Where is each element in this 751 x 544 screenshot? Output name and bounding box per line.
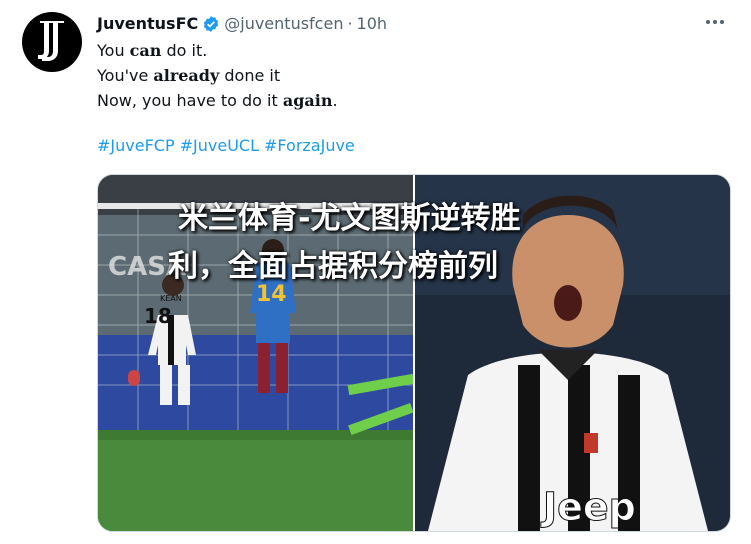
tweet-line-1: You can do it. [97,41,208,60]
tweet-header: JuventusFC @juventusfcen · 10h [97,14,387,33]
tweet-line-3: Now, you have to do it again. [97,91,338,110]
tweet-line-2: You've already done it [97,66,281,85]
sponsor-text: Jeep [540,485,636,529]
verified-badge-icon [204,15,219,32]
overlay-line-1: 米兰体育-尤文图斯逆转胜 [178,201,521,236]
hashtag-link[interactable]: #JuveFCP [97,136,175,155]
display-name[interactable]: JuventusFC [97,14,198,33]
tweet[interactable]: JuventusFC @juventusfcen · 10h You can d… [0,0,751,544]
avatar[interactable] [22,12,82,72]
more-options-icon[interactable] [706,14,728,30]
shirt-number-18: 18 [144,304,172,328]
hashtag-link[interactable]: #JuveUCL [180,136,259,155]
hashtag-link[interactable]: #ForzaJuve [264,136,355,155]
juventus-logo-icon [38,21,64,61]
overlay-line-2: 利，全面占据积分榜前列 [168,249,498,284]
watermark-overlay: 米兰体育-尤文图斯逆转胜 利，全面占据积分榜前列 [168,195,521,291]
tweet-text: You can do it. You've already done it No… [97,38,338,113]
hashtags: #JuveFCP #JuveUCL #ForzaJuve [97,136,360,155]
separator: · [347,14,353,33]
handle[interactable]: @juventusfcen [224,14,343,33]
timestamp[interactable]: 10h [357,14,388,33]
